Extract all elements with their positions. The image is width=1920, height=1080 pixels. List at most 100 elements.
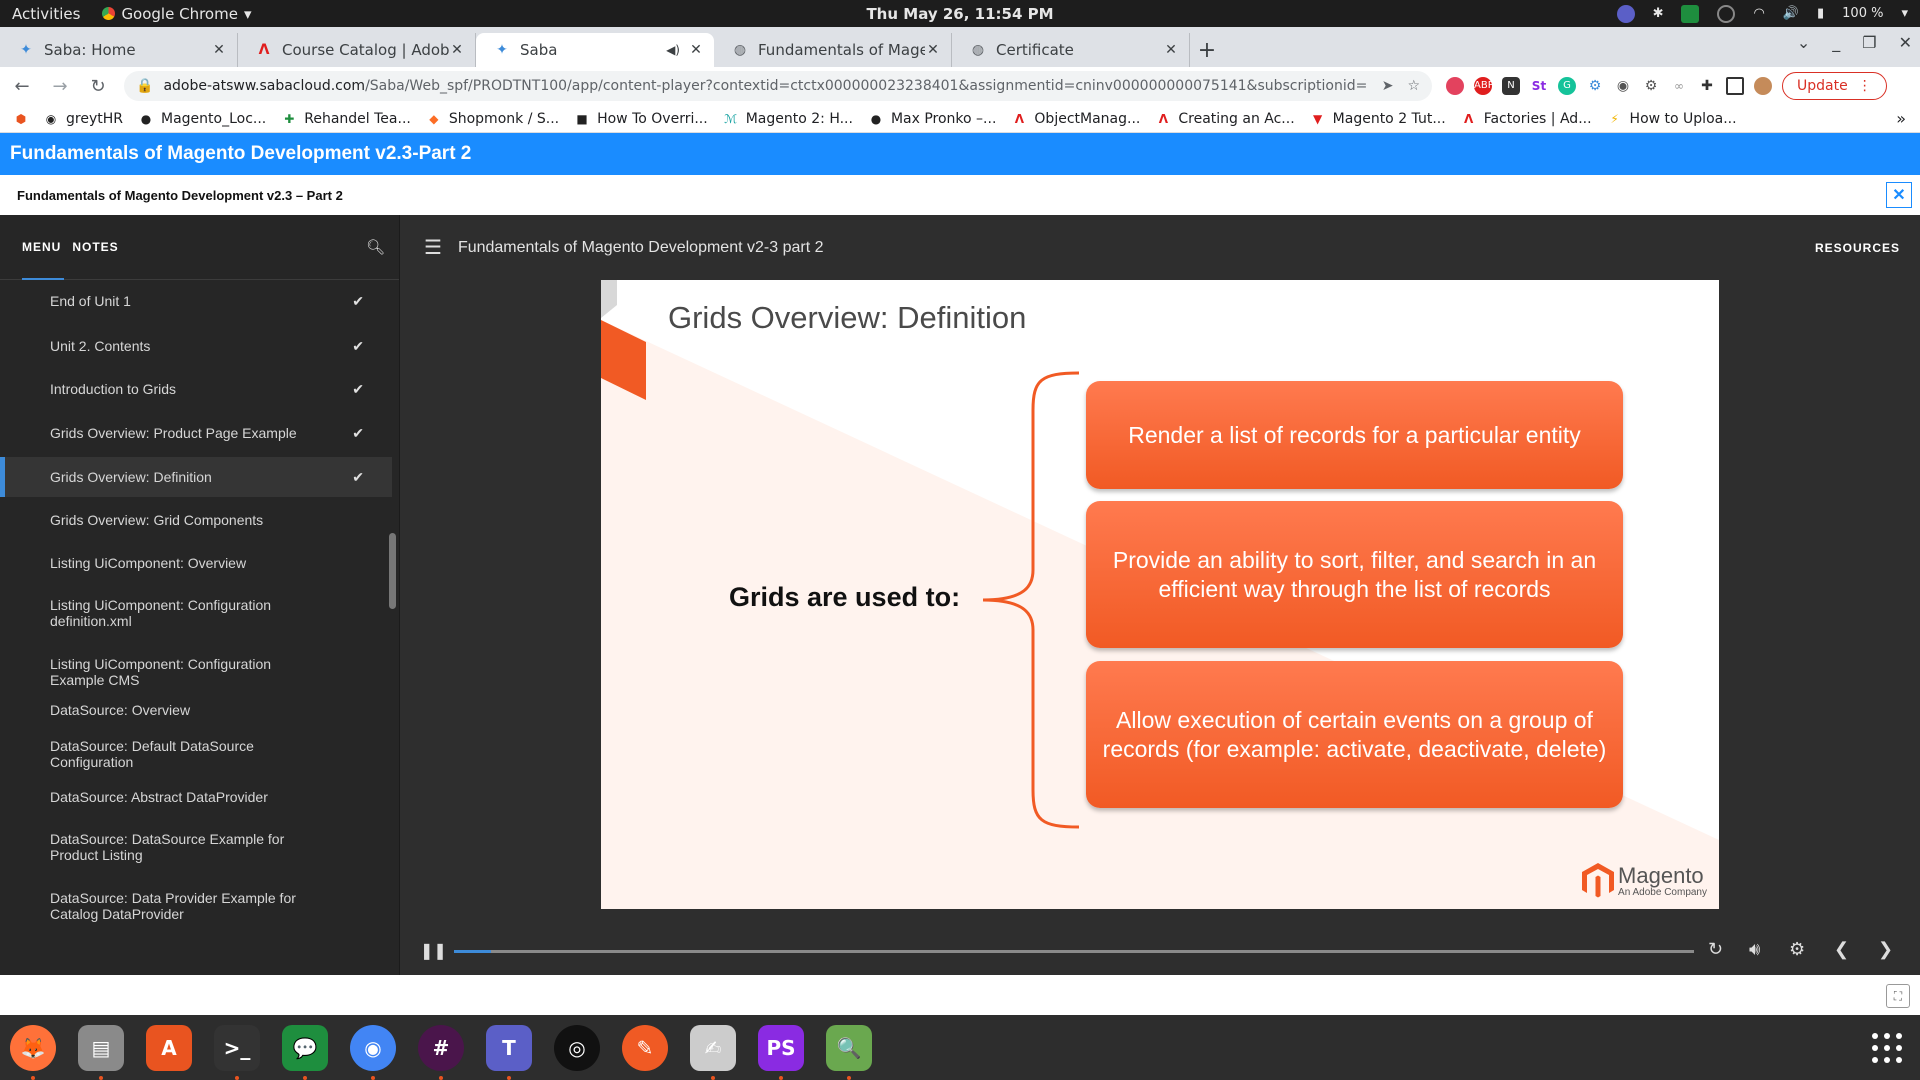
dock-app-camera[interactable]: ◎ <box>554 1024 600 1071</box>
show-apps-icon[interactable] <box>1872 1033 1902 1063</box>
battery-icon[interactable]: ▮ <box>1817 6 1824 21</box>
wifi-icon[interactable]: ◠ <box>1753 6 1764 21</box>
pause-icon[interactable]: ❚❚ <box>420 941 447 961</box>
dock-app-files[interactable]: ▤ <box>78 1024 124 1080</box>
clock[interactable]: Thu May 26, 11:54 PM <box>866 5 1053 23</box>
volume-icon[interactable]: 🔊︎ <box>1749 939 1760 960</box>
gear-extension-icon[interactable]: ⚙ <box>1586 77 1604 95</box>
menu-item[interactable]: Grids Overview: Definition ✔ <box>0 457 392 497</box>
bookmark-item[interactable]: ⚡ How to Uploa... <box>1608 111 1736 127</box>
link-extension-icon[interactable]: ∞ <box>1670 77 1688 95</box>
close-window-icon[interactable]: ✕ <box>1899 33 1912 52</box>
bookmark-item[interactable]: Λ Factories | Ad... <box>1462 111 1592 127</box>
st-extension-icon[interactable]: St <box>1530 77 1548 95</box>
dock-app-chat[interactable]: 💬 <box>282 1024 328 1080</box>
bookmark-item[interactable]: ✚ Rehandel Tea... <box>282 111 411 127</box>
slack-tray-icon[interactable]: ✱ <box>1653 6 1664 21</box>
menu-item[interactable]: DataSource: Abstract DataProvider <box>0 778 392 816</box>
close-icon[interactable]: ✕ <box>449 42 465 58</box>
dock-app-slack[interactable]: # <box>418 1024 464 1080</box>
replay-icon[interactable]: ↻ <box>1708 939 1723 960</box>
menu-item[interactable]: Grids Overview: Grid Components <box>0 501 392 539</box>
tab-certificate[interactable]: ◍ Certificate ✕ <box>952 33 1190 67</box>
close-icon[interactable]: ✕ <box>925 42 941 58</box>
menu-item[interactable]: DataSource: Data Provider Example for Ca… <box>0 881 392 931</box>
bookmark-item[interactable]: ■ How To Overri... <box>575 111 707 127</box>
settings-extension-icon[interactable]: ⚙ <box>1642 77 1660 95</box>
update-tray-icon[interactable] <box>1717 4 1736 23</box>
caret-down-icon[interactable]: ▾ <box>1901 6 1908 21</box>
close-icon[interactable]: ✕ <box>688 42 704 58</box>
progress-bar[interactable] <box>454 950 1694 953</box>
news-extension-icon[interactable]: N <box>1502 77 1520 95</box>
send-icon[interactable]: ➤ <box>1382 78 1394 94</box>
tab-search-icon[interactable]: ⌄ <box>1797 33 1810 52</box>
sidepanel-icon[interactable] <box>1726 77 1744 95</box>
menu-item[interactable]: Unit 2. Contents ✔ <box>0 327 392 365</box>
search-icon[interactable]: 🔍︎ <box>366 238 385 256</box>
bookmark-item[interactable]: ● Max Pronko –... <box>869 111 997 127</box>
speaker-icon[interactable]: ◀) <box>666 43 680 57</box>
bookmark-item[interactable]: Λ Creating an Ac... <box>1156 111 1295 127</box>
bookmark-item[interactable]: ● Magento_Loc... <box>139 111 267 127</box>
dock-app-software[interactable]: A <box>146 1024 192 1071</box>
url-text[interactable]: adobe-atsww.sabacloud.com/Saba/Web_spf/P… <box>163 78 1367 94</box>
menu-item[interactable]: DataSource: DataSource Example for Produ… <box>0 822 392 872</box>
menu-item[interactable]: DataSource: Default DataSource Configura… <box>0 735 392 773</box>
back-icon[interactable]: ← <box>6 76 38 97</box>
record-extension-icon[interactable]: ◉ <box>1614 77 1632 95</box>
lock-icon[interactable]: 🔒 <box>136 78 153 94</box>
address-bar[interactable]: 🔒 adobe-atsww.sabacloud.com/Saba/Web_spf… <box>124 71 1432 101</box>
new-tab-button[interactable]: + <box>1190 33 1224 67</box>
heart-extension-icon[interactable] <box>1446 77 1464 95</box>
tab-menu[interactable]: MENU <box>22 215 65 280</box>
grammarly-icon[interactable]: G <box>1558 77 1576 95</box>
avatar[interactable] <box>1754 77 1772 95</box>
hamburger-menu-icon[interactable]: ☰ <box>424 235 442 260</box>
teams-tray-icon[interactable] <box>1616 4 1635 23</box>
dock-app-pen[interactable]: ✎ <box>622 1024 668 1071</box>
system-tray[interactable]: ✱ ◠ 🔊 ▮ 100 % ▾ <box>1616 4 1908 23</box>
close-icon[interactable]: ✕ <box>1163 42 1179 58</box>
reload-icon[interactable]: ↻ <box>82 76 114 97</box>
menu-item[interactable]: Grids Overview: Product Page Example ✔ <box>0 414 392 452</box>
dock-app-teams[interactable]: T <box>486 1024 532 1080</box>
tab-fundamentals[interactable]: ◍ Fundamentals of Magento ✕ <box>714 33 952 67</box>
menu-item[interactable]: Listing UiComponent: Configuration Examp… <box>0 647 392 697</box>
menu-item[interactable]: End of Unit 1 ✔ <box>0 282 392 320</box>
next-slide-icon[interactable]: ❯ <box>1878 939 1893 960</box>
menu-item[interactable]: Introduction to Grids ✔ <box>0 370 392 408</box>
dock-app-editor[interactable]: ✍ <box>690 1024 736 1080</box>
close-player-button[interactable]: ✕ <box>1886 182 1912 208</box>
puzzle-icon[interactable]: ✚ <box>1698 77 1716 95</box>
menu-item[interactable]: Listing UiComponent: Configuration defin… <box>0 588 392 638</box>
tab-saba-home[interactable]: ✦ Saba: Home ✕ <box>0 33 238 67</box>
activities-button[interactable]: Activities <box>12 5 80 23</box>
adblock-icon[interactable]: ABP <box>1474 77 1494 95</box>
resources-button[interactable]: RESOURCES <box>1815 241 1900 255</box>
bookmark-magento[interactable]: ⬢ <box>14 112 28 126</box>
dock-app-firefox[interactable]: 🦊 <box>10 1024 56 1080</box>
chat-tray-icon[interactable] <box>1681 4 1700 23</box>
star-icon[interactable]: ☆ <box>1407 78 1420 94</box>
tab-notes[interactable]: NOTES <box>72 215 118 280</box>
menu-item[interactable]: DataSource: Overview <box>0 691 392 729</box>
tab-course-catalog[interactable]: Λ Course Catalog | Adobe D ✕ <box>238 33 476 67</box>
dock-app-chrome[interactable]: ◉ <box>350 1024 396 1080</box>
dock-app-phpstorm[interactable]: PS <box>758 1024 804 1080</box>
minimize-icon[interactable]: _ <box>1832 33 1840 52</box>
bookmark-item[interactable]: ◉ greytHR <box>44 111 123 127</box>
more-bookmarks-icon[interactable]: » <box>1896 109 1906 128</box>
sidebar-scrollbar[interactable] <box>389 533 396 609</box>
settings-gear-icon[interactable]: ⚙ <box>1789 939 1805 960</box>
update-button[interactable]: Update ⋮ <box>1782 72 1887 100</box>
forward-icon[interactable]: → <box>44 76 76 97</box>
close-icon[interactable]: ✕ <box>211 42 227 58</box>
bookmark-item[interactable]: ▼ Magento 2 Tut... <box>1311 111 1446 127</box>
bookmark-item[interactable]: ℳ Magento 2: H... <box>724 111 853 127</box>
restore-icon[interactable]: ❐ <box>1862 33 1876 52</box>
tab-saba[interactable]: ✦ Saba ◀) ✕ <box>476 33 714 67</box>
menu-item[interactable]: Listing UiComponent: Overview <box>0 544 392 582</box>
bookmark-item[interactable]: Λ ObjectManag... <box>1012 111 1141 127</box>
dock-app-viewer[interactable]: 🔍 <box>826 1024 872 1080</box>
